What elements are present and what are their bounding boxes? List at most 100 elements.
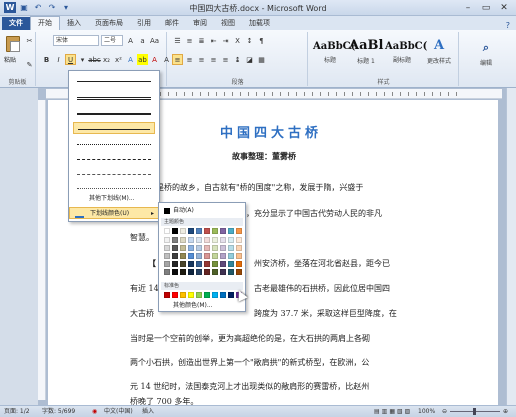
theme-color-swatch[interactable] <box>188 228 194 234</box>
theme-color-swatch[interactable] <box>164 261 170 267</box>
multilevel-list-icon[interactable]: ≣ <box>196 35 207 46</box>
decrease-indent-icon[interactable]: ⇤ <box>208 35 219 46</box>
increase-indent-icon[interactable]: ⇥ <box>220 35 231 46</box>
standard-color-swatch[interactable] <box>196 292 202 298</box>
theme-color-swatch[interactable] <box>204 253 210 259</box>
align-center-icon[interactable]: ≡ <box>184 54 195 65</box>
standard-color-swatch[interactable] <box>172 292 178 298</box>
theme-color-swatch[interactable] <box>236 245 242 251</box>
theme-color-swatch[interactable] <box>212 228 218 234</box>
theme-color-swatch[interactable] <box>204 228 210 234</box>
standard-color-swatch[interactable] <box>220 292 226 298</box>
theme-color-swatch[interactable] <box>220 269 226 275</box>
tab-mailings[interactable]: 邮件 <box>158 17 186 30</box>
subscript-icon[interactable]: x₂ <box>101 54 112 65</box>
theme-color-swatch[interactable] <box>164 269 170 275</box>
cut-icon[interactable]: ✂ <box>24 35 35 46</box>
close-icon[interactable]: ✕ <box>496 1 512 14</box>
standard-color-swatch[interactable] <box>188 292 194 298</box>
theme-color-swatch[interactable] <box>228 245 234 251</box>
font-name-select[interactable]: 宋体 <box>53 35 99 46</box>
tab-addins[interactable]: 加载项 <box>242 17 277 30</box>
show-marks-icon[interactable]: ¶ <box>256 35 267 46</box>
tab-references[interactable]: 引用 <box>130 17 158 30</box>
change-case-icon[interactable]: Aa <box>149 35 160 46</box>
theme-color-swatch[interactable] <box>196 269 202 275</box>
style-heading-1[interactable]: AaBl 标题 1 <box>349 35 383 73</box>
chinese-layout-icon[interactable]: X <box>232 35 243 46</box>
theme-color-swatch[interactable] <box>212 261 218 267</box>
theme-color-swatch[interactable] <box>220 237 226 243</box>
theme-color-swatch[interactable] <box>204 269 210 275</box>
more-underlines-item[interactable]: 其他下划线(M)... <box>69 193 159 205</box>
superscript-icon[interactable]: x² <box>113 54 124 65</box>
italic-icon[interactable]: I <box>53 54 64 65</box>
underline-icon[interactable]: U <box>65 54 76 65</box>
theme-color-swatch[interactable] <box>196 228 202 234</box>
page-indicator[interactable]: 页面: 1/2 <box>4 406 30 417</box>
tab-home[interactable]: 开始 <box>30 16 60 30</box>
theme-color-swatch[interactable] <box>172 228 178 234</box>
justify-icon[interactable]: ≡ <box>208 54 219 65</box>
align-right-icon[interactable]: ≡ <box>196 54 207 65</box>
theme-color-swatch[interactable] <box>220 261 226 267</box>
theme-color-swatch[interactable] <box>180 228 186 234</box>
theme-color-swatch[interactable] <box>172 269 178 275</box>
help-icon[interactable]: ? <box>506 21 516 30</box>
theme-color-swatch[interactable] <box>164 253 170 259</box>
bold-icon[interactable]: B <box>41 54 52 65</box>
theme-color-swatch[interactable] <box>180 253 186 259</box>
underline-style-selected[interactable] <box>73 122 155 134</box>
underline-color-item[interactable]: 下划线颜色(U) ▸ <box>69 207 159 219</box>
distributed-icon[interactable]: ≡ <box>220 54 231 65</box>
zoom-in-icon[interactable]: ⊕ <box>503 406 508 417</box>
theme-color-swatch[interactable] <box>164 245 170 251</box>
shading-icon[interactable]: ◪ <box>244 54 255 65</box>
word-count[interactable]: 字数: 5/699 <box>42 406 75 417</box>
theme-color-swatch[interactable] <box>188 245 194 251</box>
view-buttons[interactable]: ▤▥▦▧▨ <box>374 406 412 417</box>
underline-style-thick[interactable] <box>73 107 155 119</box>
theme-color-swatch[interactable] <box>188 261 194 267</box>
text-effects-icon[interactable]: A <box>125 54 136 65</box>
theme-color-swatch[interactable] <box>228 237 234 243</box>
minimize-icon[interactable]: – <box>460 1 476 14</box>
theme-color-swatch[interactable] <box>228 269 234 275</box>
theme-color-swatch[interactable] <box>180 269 186 275</box>
zoom-slider-thumb[interactable] <box>473 408 476 415</box>
underline-style-double[interactable] <box>73 91 155 103</box>
theme-color-swatch[interactable] <box>220 228 226 234</box>
theme-color-swatch[interactable] <box>196 245 202 251</box>
numbering-icon[interactable]: ≡ <box>184 35 195 46</box>
change-styles-button[interactable]: A 更改样式 <box>423 35 455 73</box>
automatic-color-item[interactable]: 自动(A) <box>161 206 243 216</box>
standard-color-swatch[interactable] <box>204 292 210 298</box>
theme-color-swatch[interactable] <box>180 261 186 267</box>
theme-color-swatch[interactable] <box>180 237 186 243</box>
tab-insert[interactable]: 插入 <box>60 17 88 30</box>
theme-color-swatch[interactable] <box>164 237 170 243</box>
theme-color-swatch[interactable] <box>204 245 210 251</box>
proofing-icon[interactable]: ◉ <box>92 406 97 417</box>
standard-color-swatch[interactable] <box>212 292 218 298</box>
borders-icon[interactable]: ▦ <box>256 54 267 65</box>
vertical-scrollbar[interactable] <box>506 88 516 405</box>
theme-color-swatch[interactable] <box>228 253 234 259</box>
theme-color-swatch[interactable] <box>172 237 178 243</box>
theme-color-swatch[interactable] <box>180 245 186 251</box>
tab-page-layout[interactable]: 页面布局 <box>88 17 130 30</box>
theme-color-swatch[interactable] <box>172 253 178 259</box>
theme-color-swatch[interactable] <box>220 253 226 259</box>
theme-color-swatch[interactable] <box>172 261 178 267</box>
theme-color-swatch[interactable] <box>236 237 242 243</box>
zoom-out-icon[interactable]: ⊖ <box>442 406 447 417</box>
theme-color-swatch[interactable] <box>172 245 178 251</box>
theme-color-swatch[interactable] <box>188 269 194 275</box>
standard-color-swatch[interactable] <box>164 292 170 298</box>
theme-color-swatch[interactable] <box>188 237 194 243</box>
style-subtitle[interactable]: AaBbC( 副标题 <box>385 35 427 73</box>
standard-color-swatch[interactable] <box>228 292 234 298</box>
style-title[interactable]: AaBbC( 标题 <box>313 35 355 73</box>
theme-color-swatch[interactable] <box>236 228 242 234</box>
tab-view[interactable]: 视图 <box>214 17 242 30</box>
